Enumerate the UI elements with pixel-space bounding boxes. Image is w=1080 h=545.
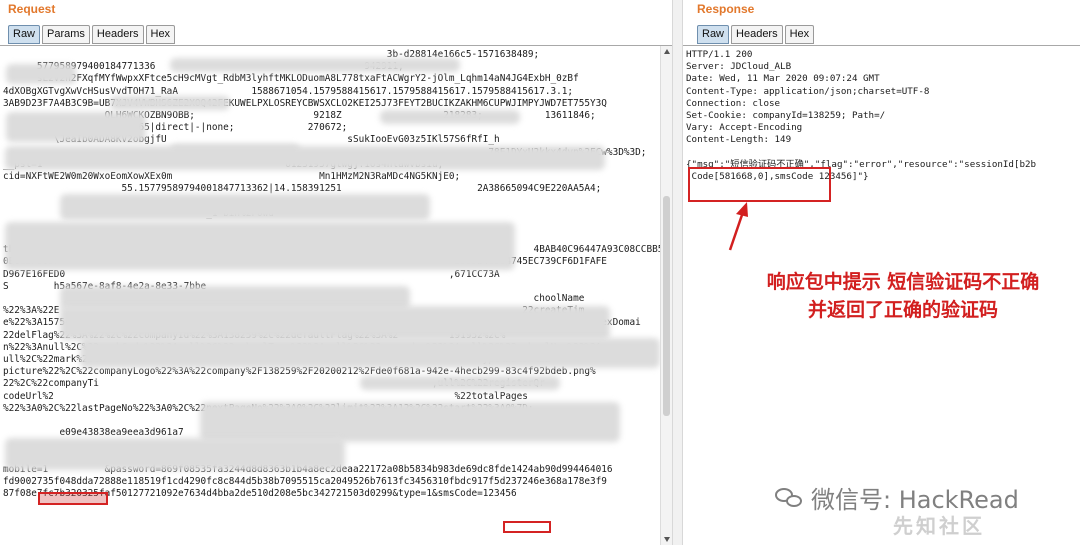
request-editor[interactable]: 3b-d28814e166c5-1571638489; 577958979400… [0, 45, 672, 545]
code-line: picture%22%2C%22companyLogo%22%3A%22comp… [3, 366, 596, 378]
redaction-blur [200, 402, 620, 442]
request-tab-params[interactable]: Params [42, 25, 90, 44]
code-line: Set-Cookie: companyId=138259; Path=/ [686, 110, 886, 122]
code-line: D967E16FED0 ,671CC73A [3, 268, 500, 280]
request-scrollbar[interactable] [660, 46, 672, 545]
code-line: HTTP/1.1 200 [686, 49, 753, 60]
mobile-redaction-box [38, 492, 108, 505]
redaction-blur [60, 194, 430, 220]
redaction-blur [360, 376, 560, 390]
code-line: Date: Wed, 11 Mar 2020 09:07:24 GMT [686, 73, 880, 85]
smscode-highlight-box [503, 521, 551, 533]
code-line: Server: JDCloud_ALB [686, 61, 792, 73]
code-line: Content-Length: 149 [686, 134, 792, 146]
scroll-down-icon[interactable] [664, 537, 670, 542]
response-tab-headers[interactable]: Headers [731, 25, 783, 44]
response-tab-hex[interactable]: Hex [784, 25, 815, 44]
redaction-blur [5, 146, 605, 170]
scroll-thumb[interactable] [663, 196, 670, 416]
redaction-blur [6, 64, 76, 84]
request-pane: Request Raw Params Headers Hex 3b-d28814… [0, 0, 672, 545]
code-line: 3AB9D23F7A4B3C9B=UB7XJV4VWBHS6ZE2XOQ42FE… [3, 97, 607, 109]
redaction-blur [170, 58, 460, 72]
request-tab-raw[interactable]: Raw [8, 25, 41, 44]
watermark-sub: 先知社区 [893, 514, 985, 538]
redaction-blur [380, 110, 520, 124]
redaction-blur [5, 438, 345, 470]
request-tabs: Raw Params Headers Hex [8, 25, 176, 44]
code-line: cid=NXFtWE2W0m20WxoEomXowXEx0m Mn1HMzM2N… [3, 171, 461, 183]
response-body: HTTP/1.1 200 Server: JDCloud_ALB Date: Wed… [686, 49, 1036, 183]
code-line: 22%2C%22companyTi ,ull%2C%22registerQr [3, 378, 545, 390]
scroll-up-icon[interactable] [664, 49, 670, 54]
redaction-blur [80, 338, 660, 368]
response-title: Response [697, 2, 755, 16]
response-tabs: Raw Headers Hex [697, 25, 815, 44]
code-line: Vary: Accept-Encoding [686, 122, 803, 134]
redaction-blur [5, 222, 515, 270]
redaction-blur [60, 306, 610, 340]
response-pane: Response Raw Headers Hex HTTP/1.1 200 Ser… [683, 0, 1080, 545]
code-line: sL2V2h2FXqfMYfWwpxXFtce5cH9cMVgt_RdbM3ly… [3, 73, 579, 85]
request-title: Request [8, 2, 56, 16]
redaction-blur [110, 96, 230, 110]
pane-splitter[interactable] [672, 0, 683, 545]
annotation-line-1: 响应包中提示 短信验证码不正确 [766, 271, 1040, 293]
redaction-blur [6, 112, 146, 142]
request-tab-hex[interactable]: Hex [145, 25, 176, 44]
msg-highlight-box [688, 167, 831, 202]
wechat-icon [775, 486, 805, 510]
request-tab-headers[interactable]: Headers [91, 25, 144, 44]
code-line: fd9002735f048dda72888e118519f1cd4290fc8c… [3, 476, 607, 488]
code-line: 4dXOBgXGTvgXwVcHSusVvdTOH71_RaA 15886710… [3, 85, 574, 97]
code-line: Connection: close [686, 97, 781, 109]
annotation-line-2: 并返回了正确的验证码 [807, 299, 998, 321]
response-tab-raw[interactable]: Raw [697, 25, 730, 44]
code-line: Content-Type: application/json;charset=U… [686, 85, 930, 97]
